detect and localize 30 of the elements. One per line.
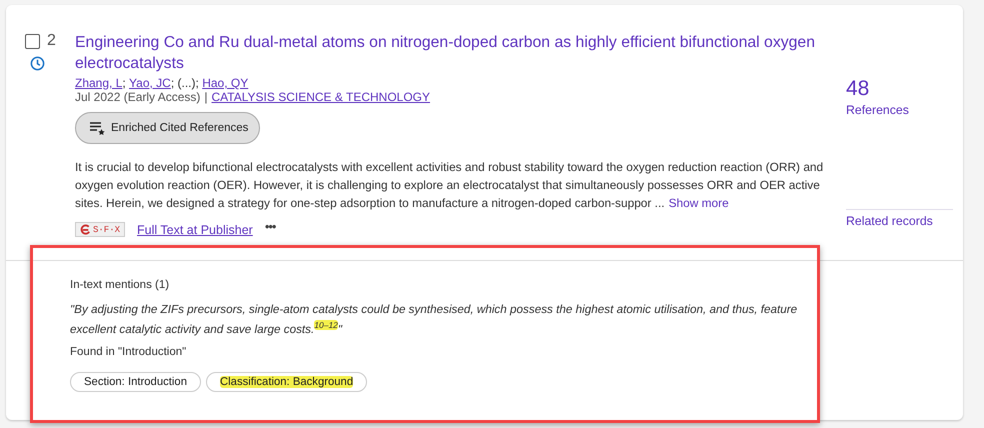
author-separator: ; — [196, 76, 200, 90]
record-number: 2 — [47, 32, 56, 50]
tag-chip: Section: Introduction — [70, 372, 201, 392]
show-more-link[interactable]: Show more — [668, 196, 729, 210]
author-link[interactable]: Yao, JC — [129, 76, 171, 90]
tag-chip: Classification: Background — [206, 372, 368, 392]
mention-quote: "By adjusting the ZIFs precursors, single-atom catalysts could be synthesised, which possess the highest atomic utilisation, and thus, feature excellent catalytic activity and save large costs.$^{10–12}$" — [70, 302, 798, 338]
author-link[interactable]: Hao, QY — [202, 76, 248, 90]
author-separator: ; — [122, 76, 127, 90]
sfx-button[interactable]: S·F·X — [75, 222, 126, 237]
swirl-icon — [80, 224, 91, 235]
related-records-link[interactable]: Related records — [846, 209, 953, 228]
author-separator: ; — [170, 76, 176, 90]
journal-link[interactable]: CATALYSIS SCIENCE & TECHNOLOGY — [212, 90, 430, 104]
more-options-button[interactable]: ••• — [264, 219, 276, 234]
list-star-icon — [89, 121, 105, 135]
meta-separator: | — [204, 90, 208, 104]
clock-icon — [30, 56, 45, 71]
abstract-text: It is crucial to develop bifunctional electrocatalysts with excellent activities and robust stability toward the oxygen reduction reaction (ORR) and oxygen evolution reaction (OER). However, it is challenging to explore an electrocatalyst that simultaneously possesses ORR and OER active sites. Herein, we designed a strategy for one-step adsorption to manufacture a nitrogen-doped carbon-suppor ... Show more — [75, 159, 824, 212]
found-in-text: Found in "Introduction" — [70, 346, 188, 358]
record-title[interactable]: Engineering Co and Ru dual-metal atoms on nitrogen-doped carbon as highly efficient bifunctional oxygen electrocatalysts — [75, 32, 827, 74]
publication-date: Jul 2022 (Early Access) — [75, 90, 200, 104]
authors-ellipsis: (...) — [178, 76, 196, 90]
full-text-link[interactable]: Full Text at Publisher — [137, 222, 253, 236]
enriched-cited-references-button[interactable]: Enriched Cited References — [75, 112, 260, 144]
references-count[interactable]: 48 — [846, 77, 953, 101]
references-link[interactable]: References — [846, 103, 953, 117]
select-checkbox[interactable] — [25, 34, 40, 48]
mentions-heading: In-text mentions (1) — [70, 279, 170, 291]
author-link[interactable]: Zhang, L — [75, 76, 122, 90]
